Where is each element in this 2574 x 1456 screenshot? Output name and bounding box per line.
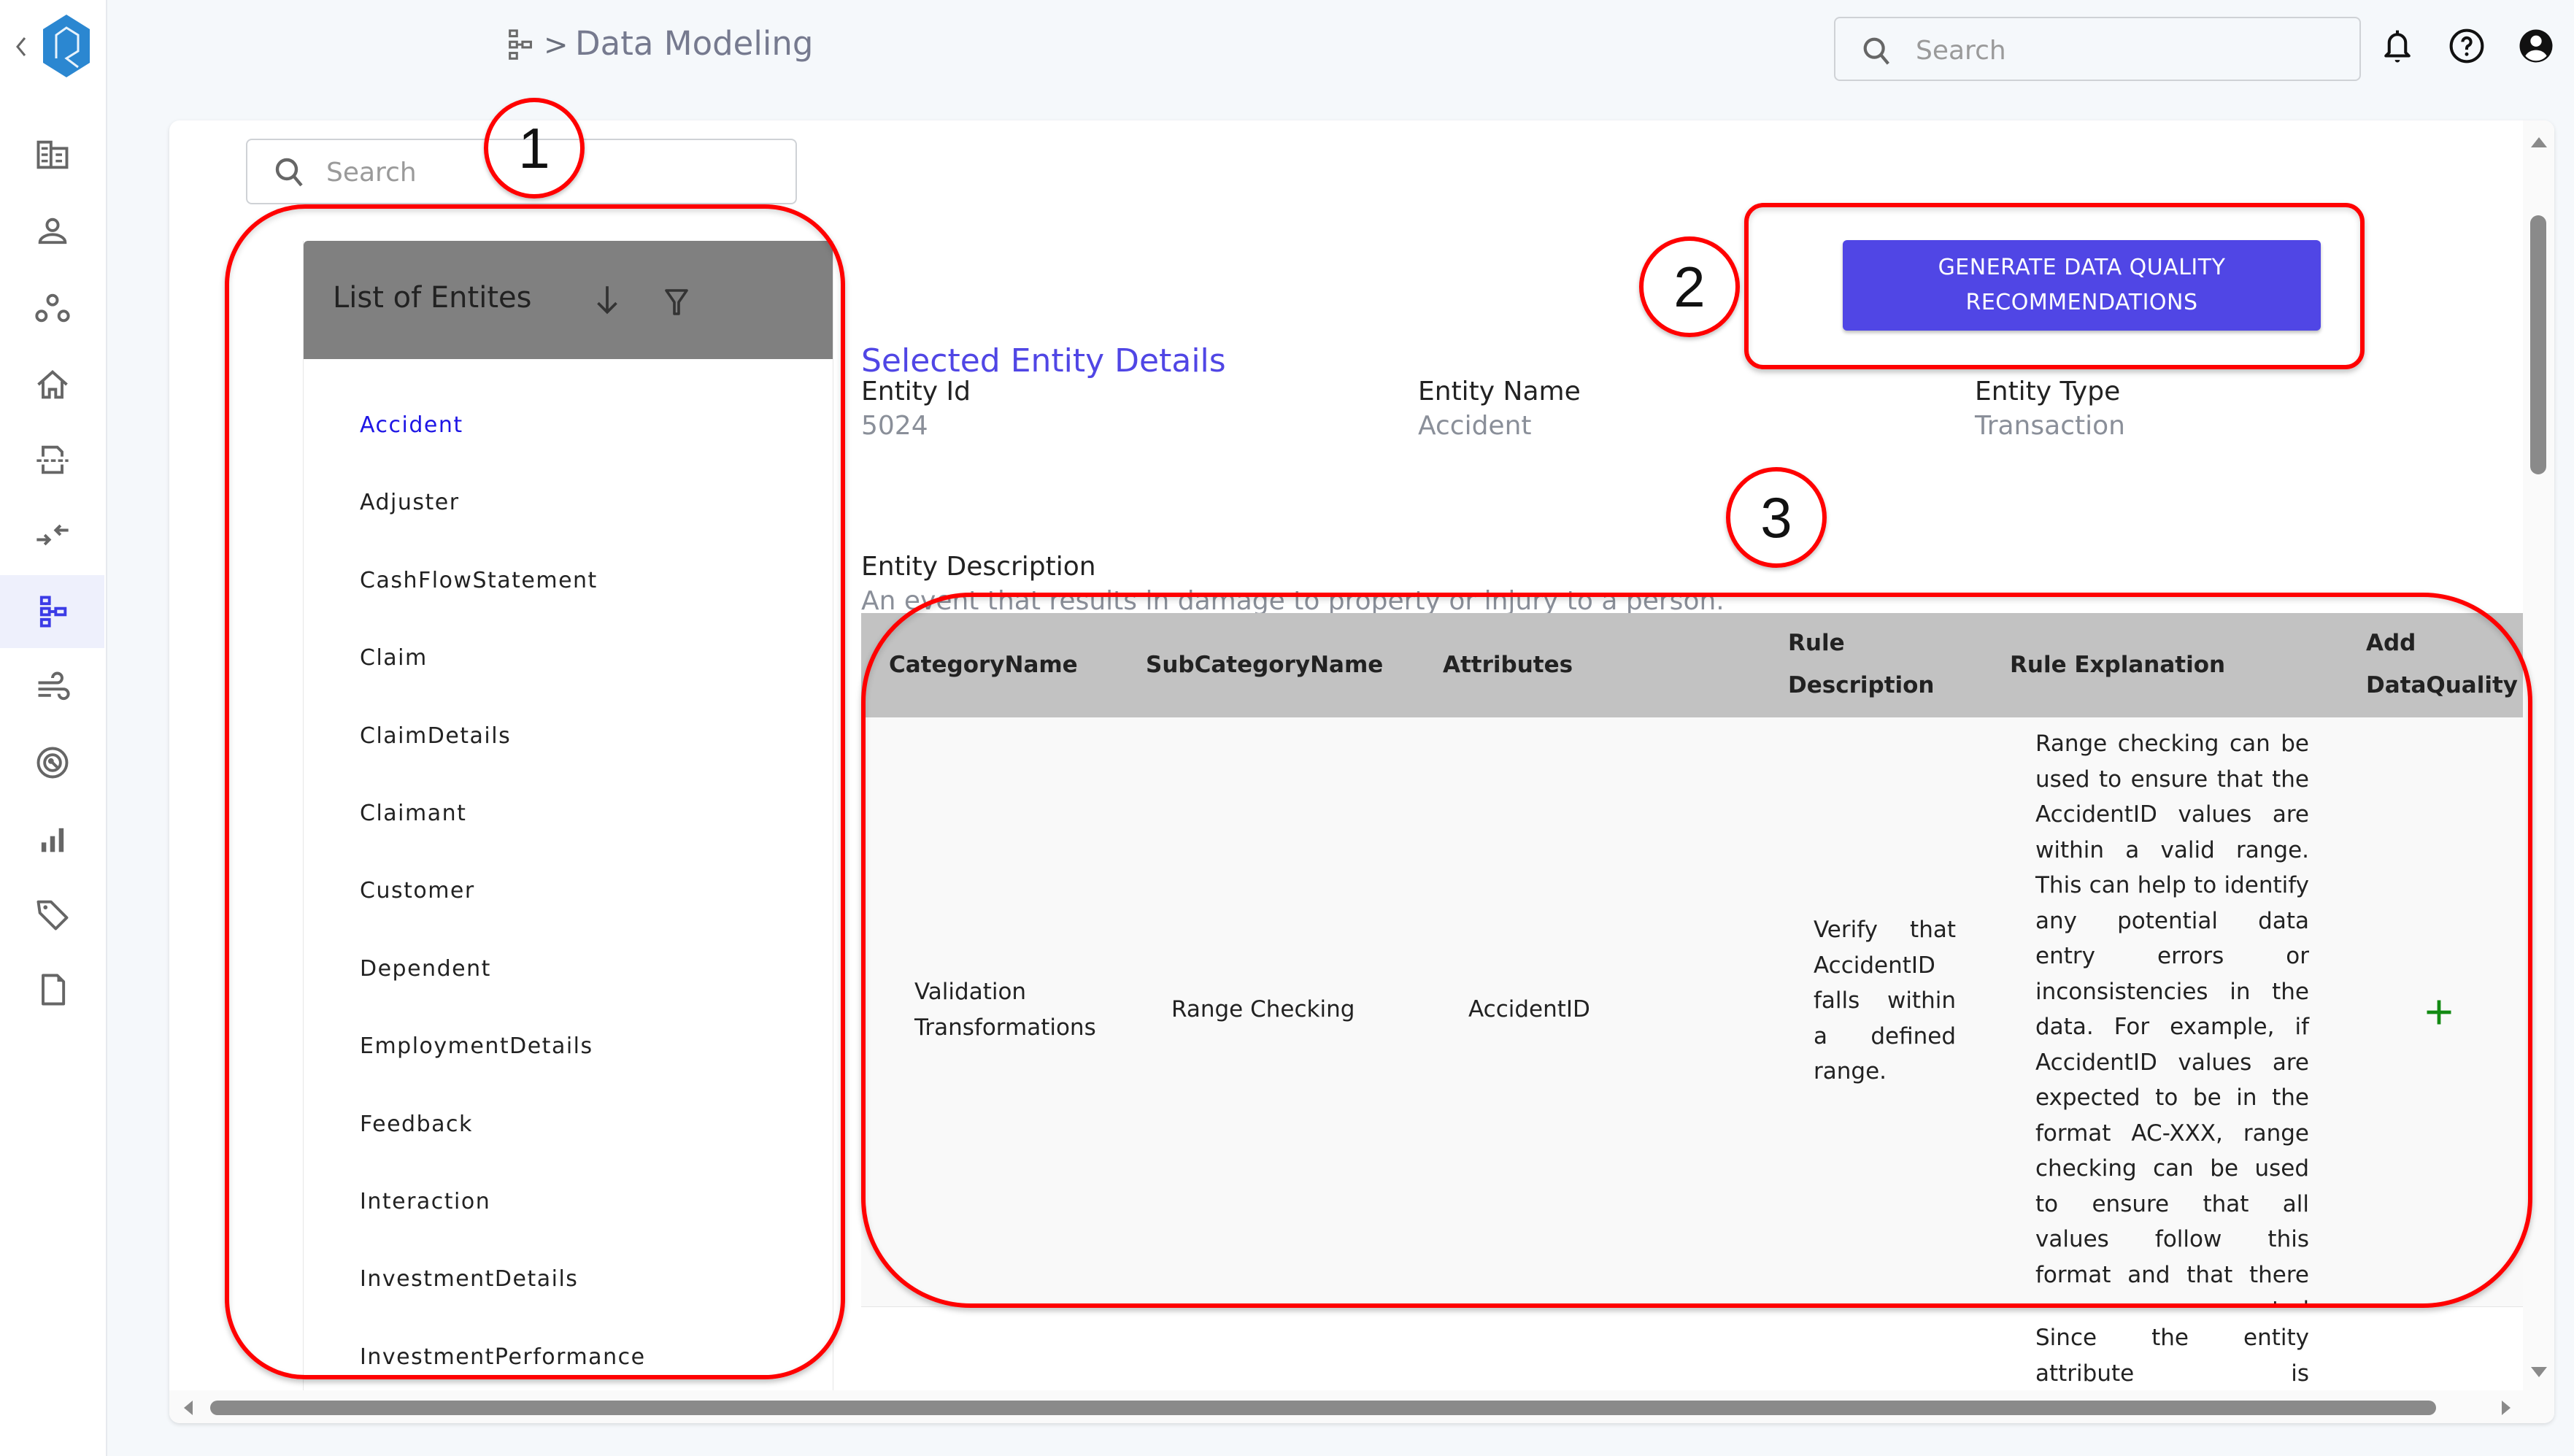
wind-icon [38,671,70,701]
entity-type-label: Entity Type [1975,377,2121,407]
col-rule-explanation[interactable]: Rule Explanation [2010,644,2225,686]
entity-list-item[interactable]: EmploymentDetails [304,1035,833,1112]
filter-icon[interactable] [661,283,692,318]
entity-list-panel: List of Entites Accident Adjuster CashFlow… [303,241,833,1423]
generate-button-line1: GENERATE DATA QUALITY [1938,255,2226,280]
entity-list-item[interactable]: Interaction [304,1190,833,1268]
entity-list-title: List of Entites [333,281,532,315]
hexagon-logo-icon[interactable] [40,13,93,79]
sidebar-item-files[interactable] [0,953,104,1026]
entity-description-label: Entity Description [861,552,1096,582]
entity-list-header: List of Entites [304,241,833,359]
scroll-up-arrow-icon[interactable] [2531,137,2547,147]
entity-list-item[interactable]: Accident [304,413,833,491]
cell-category-line1: Validation [914,979,1027,1005]
account-icon[interactable] [2516,26,2556,66]
cell-attributes: AccidentID [1468,996,1590,1022]
document-scan-icon [36,445,69,474]
bell-icon[interactable] [2378,26,2417,66]
col-subcategory[interactable]: SubCategoryName [1146,644,1383,686]
vertical-scrollbar-thumb[interactable] [2530,215,2546,474]
data-model-breadcrumb-icon [509,29,532,60]
entity-list-item[interactable]: Claimant [304,801,833,879]
sidebar-item-tags[interactable] [0,878,104,951]
cell-subcategory: Range Checking [1171,996,1355,1022]
sort-arrow-down-icon[interactable] [592,282,623,318]
global-search[interactable] [1834,17,2361,81]
entity-name-label: Entity Name [1418,377,1581,407]
col-rule-description-line1: Rule [1788,630,1845,656]
search-icon [1863,37,1889,65]
entity-list-item[interactable]: Claim [304,647,833,724]
sidebar-item-person[interactable] [0,195,104,268]
col-add-line2: DataQuality [2366,672,2519,698]
col-add-dataquality[interactable]: Add DataQuality [2366,622,2518,706]
collapse-chevron-icon[interactable] [13,32,31,61]
entity-id-value: 5024 [861,411,928,441]
sidebar-item-data-modeling[interactable] [0,575,104,648]
entity-list-item[interactable]: Customer [304,879,833,957]
table-header: CategoryName SubCategoryName Attributes … [861,613,2525,717]
sidebar-item-buildings[interactable] [0,118,104,191]
sidebar-item-target[interactable] [0,726,104,799]
col-attributes[interactable]: Attributes [1443,644,1573,686]
data-model-icon [39,596,66,628]
global-search-input[interactable] [1914,28,2340,72]
sidebar-item-home[interactable] [0,348,104,421]
entity-list-item[interactable]: Dependent [304,957,833,1035]
scroll-right-arrow-icon[interactable] [2502,1401,2511,1415]
nodes-icon [34,293,70,323]
page-title: Data Modeling [575,24,814,63]
help-icon[interactable] [2447,26,2486,66]
sidebar-item-document-scan[interactable] [0,423,104,496]
col-rule-description[interactable]: Rule Description [1788,622,1935,706]
file-icon [41,974,65,1006]
bar-chart-icon [41,828,63,852]
entity-list-item[interactable]: Feedback [304,1112,833,1190]
search-icon [275,158,303,187]
entity-list-item[interactable]: ClaimDetails [304,724,833,802]
cell-category: Validation Transformations [914,974,1133,1045]
cell-rule-explanation: Range checking can be used to ensure tha… [2035,731,2309,1359]
left-navigation [0,0,107,1456]
target-icon [36,747,68,779]
generate-button-line2: RECOMMENDATIONS [1965,290,2198,315]
entity-list-item[interactable]: CashFlowStatement [304,569,833,647]
generate-recommendations-button[interactable]: GENERATE DATA QUALITY RECOMMENDATIONS [1843,240,2321,331]
col-rule-description-line2: Description [1788,672,1935,698]
sidebar-item-merge[interactable] [0,498,104,571]
merge-arrows-icon [36,524,69,546]
scroll-left-arrow-icon[interactable] [184,1401,193,1415]
entity-list-item[interactable]: InvestmentDetails [304,1268,833,1345]
sidebar-item-analytics[interactable] [0,803,104,876]
entity-list-item[interactable]: Adjuster [304,491,833,569]
person-icon [38,217,66,244]
entity-id-label: Entity Id [861,377,971,407]
entity-search[interactable] [246,139,797,204]
entity-name-value: Accident [1418,411,1532,441]
col-add-line1: Add [2366,630,2416,656]
buildings-icon [36,140,68,169]
sidebar-item-wind[interactable] [0,651,104,724]
tag-icon [36,900,68,931]
entity-search-input[interactable] [325,150,766,194]
vertical-scrollbar[interactable] [2523,120,2554,1390]
breadcrumb-separator: > [544,28,569,62]
scroll-down-arrow-icon[interactable] [2531,1367,2547,1377]
sidebar-item-nodes[interactable] [0,271,104,344]
cell-category-line2: Transformations [914,1014,1096,1041]
main-card: List of Entites AccidentAdjusterCashFlow… [169,120,2554,1423]
table-row: Validation Transformations Range Checkin… [861,717,2525,1359]
horizontal-scrollbar[interactable] [169,1390,2554,1423]
entity-type-value: Transaction [1975,411,2125,441]
col-category[interactable]: CategoryName [889,644,1078,686]
plus-icon[interactable] [2423,996,2455,1028]
home-icon [36,370,68,399]
entity-list: Accident Adjuster CashFlowStatement Claim Cl… [304,413,833,1423]
cell-rule-description: Verify that AccidentID falls within a de… [1814,917,1956,1085]
horizontal-scrollbar-thumb[interactable] [210,1401,2436,1415]
